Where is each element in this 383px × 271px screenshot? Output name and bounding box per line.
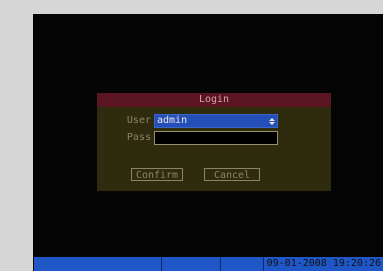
- status-bar: 09-01-2008 19:20:26: [34, 257, 383, 271]
- status-segment: [221, 257, 264, 271]
- login-dialog: Login User admin Pass Confirm Cancel: [97, 93, 331, 191]
- status-segment: [162, 257, 221, 271]
- user-select-value: admin: [157, 115, 188, 126]
- pass-label: Pass: [126, 132, 151, 143]
- up-down-spinner-icon[interactable]: [268, 116, 276, 126]
- datetime-display: 09-01-2008 19:20:26: [264, 257, 383, 271]
- cancel-button[interactable]: Cancel: [204, 168, 260, 181]
- status-segment: [34, 257, 162, 271]
- confirm-button[interactable]: Confirm: [131, 168, 183, 181]
- user-label: User: [126, 115, 151, 126]
- user-select[interactable]: admin: [154, 114, 278, 128]
- dvr-screen: Login User admin Pass Confirm Cancel: [33, 14, 383, 271]
- dialog-title: Login: [97, 93, 331, 107]
- password-field[interactable]: [154, 131, 278, 145]
